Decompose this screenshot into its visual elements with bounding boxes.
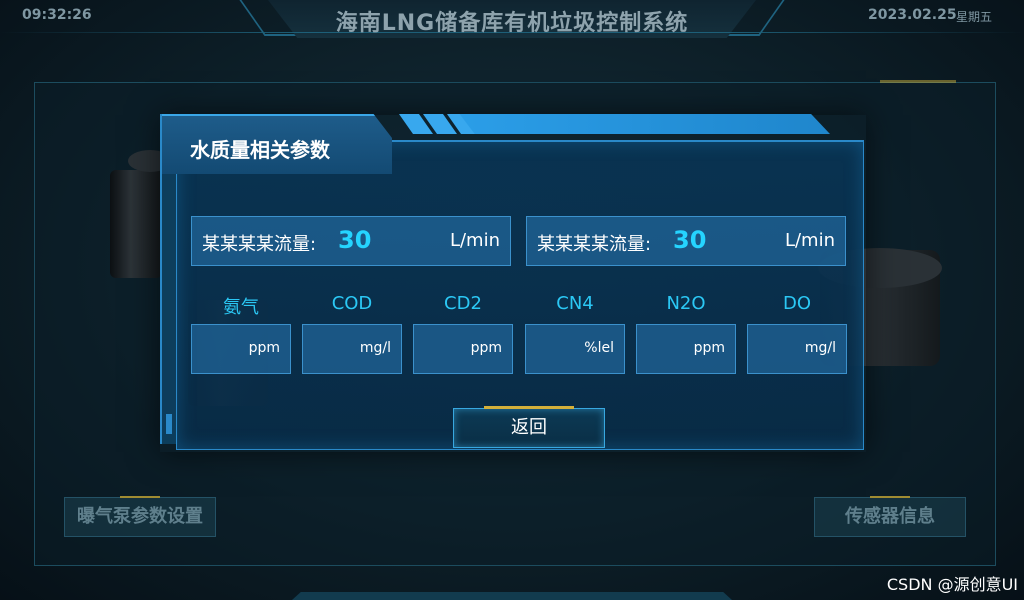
param-unit: %lel [584, 340, 614, 356]
flow-rate-box-1: 某某某某流量: 30 L/min [191, 216, 511, 266]
dialog-top-line [390, 140, 864, 142]
param-label-cn4: CN4 [556, 293, 594, 314]
param-label-ammonia: 氨气 [223, 297, 259, 318]
flow-rate-label-2: 某某某某流量: [537, 234, 652, 255]
sensor-info-button[interactable]: 传感器信息 [814, 496, 966, 537]
button-accent [120, 496, 160, 498]
back-button-label: 返回 [511, 417, 547, 438]
weekday: 星期五 [956, 10, 993, 24]
flow-rate-unit-1: L/min [449, 230, 500, 251]
param-label-n2o: N2O [666, 293, 706, 314]
water-quality-dialog: 某某某某流量: 30 L/min 某某某某流量: 30 L/min 氨气 COD… [160, 114, 866, 452]
button-accent [870, 496, 910, 498]
param-unit: ppm [470, 340, 502, 356]
button-accent [484, 406, 574, 409]
date: 2023.02.25 [868, 7, 957, 23]
param-field-n2o[interactable]: ppm [636, 324, 736, 374]
param-field-cod[interactable]: mg/l [302, 324, 402, 374]
param-unit: ppm [248, 340, 280, 356]
aeration-pump-settings-label: 曝气泵参数设置 [77, 506, 203, 527]
header-bar: 09:32:26 海南LNG储备库有机垃圾控制系统 2023.02.25 星期五 [0, 0, 1024, 40]
param-field-ammonia[interactable]: ppm [191, 324, 291, 374]
flow-rate-value-1: 30 [338, 226, 372, 254]
param-label-cd2: CD2 [444, 293, 482, 314]
tank-left [110, 170, 162, 278]
dialog-top-accent-bar [459, 114, 830, 134]
flow-rate-label-1: 某某某某流量: [202, 234, 317, 255]
panel-accent [880, 80, 956, 83]
flow-rate-unit-2: L/min [784, 230, 835, 251]
param-unit: mg/l [359, 340, 391, 356]
param-field-cn4[interactable]: %lel [525, 324, 625, 374]
param-unit: ppm [693, 340, 725, 356]
dialog-title-tab: 水质量相关参数 [162, 114, 392, 174]
aeration-pump-settings-button[interactable]: 曝气泵参数设置 [64, 496, 216, 537]
param-label-cod: COD [331, 293, 373, 314]
bottom-decoration-bar [292, 592, 732, 600]
sensor-info-label: 传感器信息 [845, 506, 935, 527]
watermark: CSDN @源创意UI [886, 575, 1018, 594]
param-label-do: DO [782, 293, 812, 314]
back-button[interactable]: 返回 [453, 406, 605, 448]
dialog-body: 某某某某流量: 30 L/min 某某某某流量: 30 L/min 氨气 COD… [176, 140, 864, 450]
param-field-cd2[interactable]: ppm [413, 324, 513, 374]
flow-rate-box-2: 某某某某流量: 30 L/min [526, 216, 846, 266]
flow-rate-value-2: 30 [673, 226, 707, 254]
dialog-title: 水质量相关参数 [190, 138, 330, 162]
param-field-do[interactable]: mg/l [747, 324, 847, 374]
param-unit: mg/l [804, 340, 836, 356]
